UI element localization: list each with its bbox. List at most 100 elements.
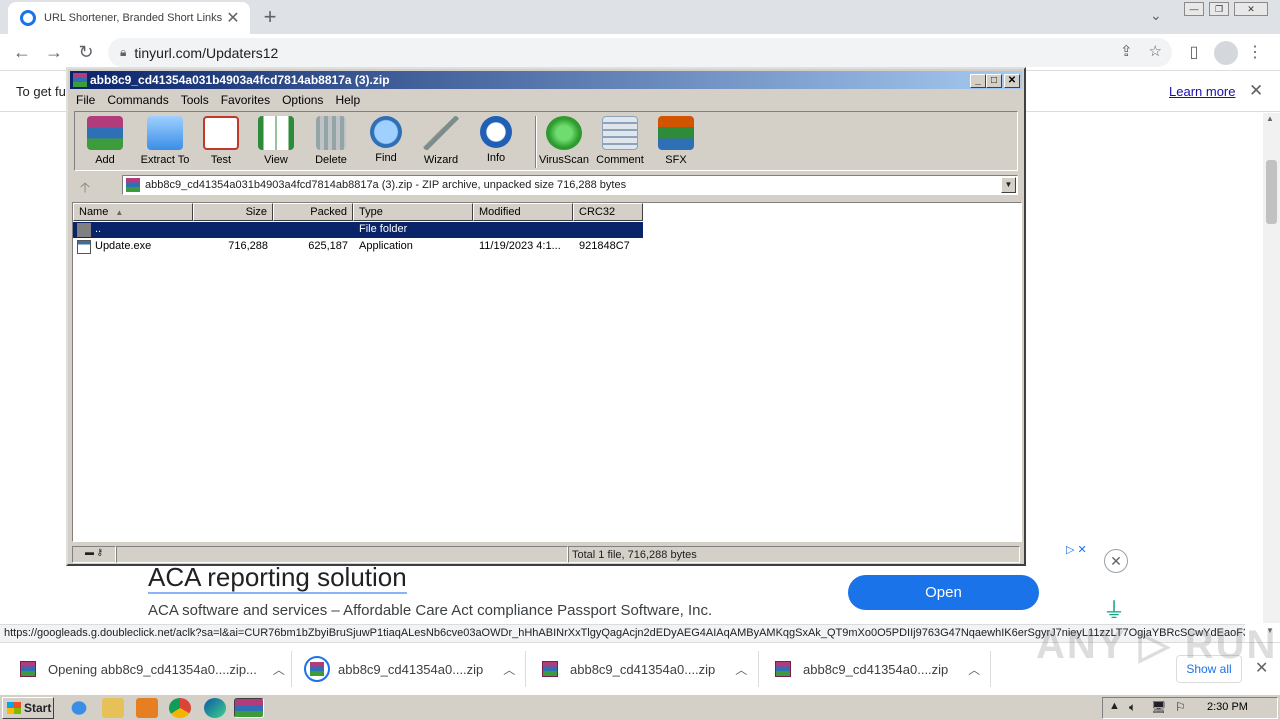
- close-tab-icon[interactable]: ✕: [224, 8, 242, 28]
- ad-close-icon[interactable]: ✕: [1104, 549, 1128, 573]
- forward-arrow-icon[interactable]: →: [42, 40, 66, 64]
- status-pane-left: [116, 546, 568, 563]
- column-header-name[interactable]: Name ▲: [73, 203, 193, 221]
- divider: [525, 651, 526, 687]
- adchoices-icon[interactable]: ▷ ✕: [1066, 543, 1087, 556]
- close-window-button[interactable]: ✕: [1234, 2, 1268, 16]
- menu-commands[interactable]: Commands: [101, 90, 174, 109]
- row-packed: 625,187: [308, 240, 348, 252]
- new-tab-button[interactable]: +: [258, 4, 282, 30]
- chevron-up-icon[interactable]: ︿: [503, 661, 515, 678]
- menu-help[interactable]: Help: [329, 90, 366, 109]
- drive-key-icon[interactable]: ▬ ⚷: [72, 546, 116, 563]
- tray-expand-icon[interactable]: ▲: [1109, 700, 1120, 712]
- view-button[interactable]: View: [248, 116, 304, 166]
- winrar-title-bar[interactable]: abb8c9_cd41354a031b4903a4fcd7814ab8817a …: [70, 71, 1022, 89]
- test-button[interactable]: Test: [193, 116, 249, 166]
- winrar-maximize-button[interactable]: □: [986, 74, 1002, 88]
- info-button[interactable]: Info: [468, 116, 524, 164]
- delete-button[interactable]: Delete: [303, 116, 359, 166]
- page-scrollbar-thumb[interactable]: [1266, 160, 1277, 224]
- start-button[interactable]: Start: [2, 697, 54, 719]
- winrar-close-button[interactable]: ✕: [1004, 74, 1020, 88]
- winrar-title: abb8c9_cd41354a031b4903a4fcd7814ab8817a …: [90, 73, 390, 87]
- start-label: Start: [24, 701, 52, 715]
- winrar-taskbar-icon[interactable]: [234, 698, 264, 718]
- network-icon[interactable]: 🖥︎: [1151, 700, 1166, 714]
- column-header-size[interactable]: Size: [193, 203, 273, 221]
- menu-options[interactable]: Options: [276, 90, 329, 109]
- side-panel-icon[interactable]: ▯: [1183, 42, 1205, 64]
- sfx-button[interactable]: SFX: [648, 116, 704, 166]
- chevron-up-icon[interactable]: ︿: [273, 661, 285, 678]
- comment-button[interactable]: Comment: [591, 116, 649, 166]
- column-header-crc32[interactable]: CRC32: [573, 203, 643, 221]
- share-icon[interactable]: ⇪: [1120, 42, 1133, 60]
- back-arrow-icon[interactable]: ←: [10, 40, 34, 64]
- menu-tools[interactable]: Tools: [175, 90, 215, 109]
- tool-label: Extract To: [140, 154, 190, 166]
- learn-more-link[interactable]: Learn more: [1169, 84, 1235, 99]
- tab-search-chevron-icon[interactable]: ⌄: [1150, 7, 1162, 24]
- scroll-up-arrow-icon[interactable]: ▲: [1266, 114, 1274, 123]
- download-label: Opening abb8c9_cd41354a0....zip...: [48, 661, 257, 677]
- download-item[interactable]: abb8c9_cd41354a0....zip ︿: [542, 653, 747, 685]
- winrar-minimize-button[interactable]: _: [970, 74, 986, 88]
- browser-tab-strip: URL Shortener, Branded Short Links ✕ + ⌄…: [0, 0, 1280, 34]
- download-item[interactable]: abb8c9_cd41354a0....zip ︿: [304, 653, 515, 685]
- column-header-modified[interactable]: Modified: [473, 203, 573, 221]
- column-header-type[interactable]: Type: [353, 203, 473, 221]
- file-list[interactable]: Name ▲ Size Packed Type Modified CRC32 .…: [72, 202, 1022, 542]
- action-center-flag-icon[interactable]: ⚐: [1175, 700, 1186, 714]
- lock-icon[interactable]: 🔒︎: [120, 45, 126, 60]
- parent-folder-icon: [77, 223, 91, 237]
- table-row[interactable]: .. File folder: [73, 222, 643, 238]
- clock[interactable]: 2:30 PM: [1207, 701, 1248, 713]
- virusscan-button[interactable]: VirusScan: [535, 116, 593, 166]
- archive-path-text: abb8c9_cd41354a031b4903a4fcd7814ab8817a …: [145, 179, 627, 191]
- menu-favorites[interactable]: Favorites: [215, 90, 276, 109]
- find-button[interactable]: Find: [358, 116, 414, 164]
- close-infobar-icon[interactable]: ✕: [1249, 81, 1263, 101]
- internet-explorer-icon[interactable]: [68, 698, 90, 718]
- kebab-menu-icon[interactable]: ⋮: [1244, 42, 1266, 64]
- winrar-app-icon[interactable]: [73, 73, 87, 87]
- row-name: Update.exe: [95, 240, 152, 252]
- divider: [758, 651, 759, 687]
- download-item[interactable]: abb8c9_cd41354a0....zip ︿: [775, 653, 980, 685]
- menu-file[interactable]: File: [70, 90, 101, 109]
- archive-path-combobox[interactable]: abb8c9_cd41354a031b4903a4fcd7814ab8817a …: [122, 175, 1018, 195]
- edge-icon[interactable]: [204, 698, 226, 718]
- ad-headline[interactable]: ACA reporting solution: [148, 562, 407, 594]
- volume-icon[interactable]: 🔈︎: [1129, 700, 1136, 715]
- profile-avatar[interactable]: [1214, 41, 1238, 65]
- tool-label: Find: [375, 152, 397, 164]
- chevron-up-icon[interactable]: ︿: [968, 661, 980, 678]
- download-item[interactable]: Opening abb8c9_cd41354a0....zip... ︿: [20, 653, 285, 685]
- ad-description[interactable]: ACA software and services – Affordable C…: [148, 602, 712, 619]
- row-size: 716,288: [228, 240, 268, 252]
- browser-tab[interactable]: URL Shortener, Branded Short Links ✕: [8, 2, 250, 34]
- zip-archive-icon: [126, 178, 140, 192]
- reload-icon[interactable]: ↻: [74, 40, 98, 64]
- chrome-icon[interactable]: [169, 698, 191, 718]
- up-folder-arrow-icon[interactable]: 🡡: [80, 177, 90, 201]
- file-explorer-icon[interactable]: [102, 698, 124, 718]
- add-button[interactable]: Add: [77, 116, 133, 166]
- address-url[interactable]: tinyurl.com/Updaters12: [134, 45, 278, 61]
- restore-window-button[interactable]: ❐: [1209, 2, 1229, 16]
- sort-ascending-icon: ▲: [115, 208, 124, 217]
- ad-funnel-icon[interactable]: ⏚: [1103, 593, 1125, 625]
- ad-open-button[interactable]: Open: [848, 575, 1039, 610]
- dropdown-arrow-icon[interactable]: ▼: [1001, 177, 1016, 193]
- media-player-icon[interactable]: [136, 698, 158, 718]
- sfx-books-icon: [658, 116, 694, 150]
- bookmark-star-icon[interactable]: ☆: [1149, 42, 1162, 60]
- address-bar[interactable]: 🔒︎ tinyurl.com/Updaters12 ⇪ ☆: [108, 38, 1172, 67]
- extract-to-button[interactable]: Extract To: [135, 116, 195, 166]
- wizard-button[interactable]: Wizard: [413, 116, 469, 166]
- column-header-packed[interactable]: Packed: [273, 203, 353, 221]
- chevron-up-icon[interactable]: ︿: [735, 661, 747, 678]
- table-row[interactable]: Update.exe 716,288 625,187 Application 1…: [73, 239, 643, 255]
- minimize-window-button[interactable]: —: [1184, 2, 1204, 16]
